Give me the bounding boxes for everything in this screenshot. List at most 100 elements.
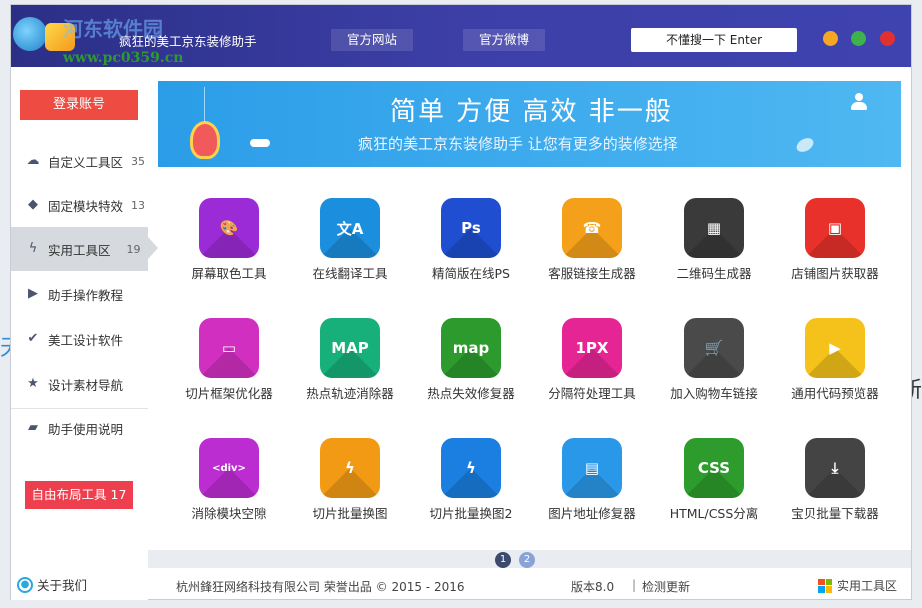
windows-flag-icon xyxy=(818,578,832,593)
balloon-icon xyxy=(190,121,220,159)
tool-item[interactable]: ▦ 二维码生成器 xyxy=(659,198,769,298)
background-fragment-left: 天 xyxy=(0,330,22,362)
tool-item[interactable]: 🛒 加入购物车链接 xyxy=(659,318,769,418)
app-window: 河东软件园 www.pc0359.cn 疯狂的美工京东装修助手 官方网站 官方微… xyxy=(10,4,912,600)
tool-item[interactable]: map 热点失效修复器 xyxy=(416,318,526,418)
image-url-icon[interactable]: ▤ xyxy=(562,438,622,498)
palette-icon[interactable]: 🎨 xyxy=(199,198,259,258)
tool-item[interactable]: ▭ 切片框架优化器 xyxy=(174,318,284,418)
check-update-link[interactable]: 检测更新 xyxy=(642,578,690,595)
tool-icon-glyph: ☎ xyxy=(582,219,602,237)
sidebar-item-label: 实用工具区 xyxy=(48,242,111,258)
sidebar-item-utility-tools[interactable]: ϟ 实用工具区 19 xyxy=(11,227,148,271)
title-bar: 河东软件园 www.pc0359.cn 疯狂的美工京东装修助手 官方网站 官方微… xyxy=(11,5,911,67)
tool-item[interactable]: CSS HTML/CSS分离 xyxy=(659,438,769,538)
cart-icon[interactable]: 🛒 xyxy=(684,318,744,378)
separator-icon[interactable]: 1PX xyxy=(562,318,622,378)
version-text: 版本8.0 xyxy=(571,580,615,594)
tool-item[interactable]: ☎ 客服链接生成器 xyxy=(537,198,647,298)
div-icon[interactable]: <div> xyxy=(199,438,259,498)
tool-icon-glyph: 1PX xyxy=(575,339,609,357)
tool-label: 在线翻译工具 xyxy=(312,266,388,281)
css-html-icon[interactable]: CSS xyxy=(684,438,744,498)
frame-icon[interactable]: ▭ xyxy=(199,318,259,378)
tool-item[interactable]: ϟ 切片批量换图2 xyxy=(416,438,526,538)
sidebar-item-design-software[interactable]: ✔ 美工设计软件 xyxy=(11,317,148,361)
minimize-button[interactable] xyxy=(823,31,838,46)
sidebar: 登录账号 ☁ 自定义工具区 35 ◆ 固定模块特效 13 ϟ 实用工具区 19 … xyxy=(11,67,158,600)
tool-item[interactable]: Ps 精简版在线PS xyxy=(416,198,526,298)
page-2-button[interactable]: 2 xyxy=(519,552,535,568)
tool-icon-glyph: <div> xyxy=(212,462,246,474)
tool-icon-glyph: ⤓ xyxy=(831,459,839,477)
map-pin-icon[interactable]: map xyxy=(441,318,501,378)
qrcode-icon[interactable]: ▦ xyxy=(684,198,744,258)
login-button[interactable]: 登录账号 xyxy=(20,90,138,120)
maximize-button[interactable] xyxy=(851,31,866,46)
tool-label: 精简版在线PS xyxy=(432,266,510,281)
tool-item[interactable]: ⤓ 宝贝批量下载器 xyxy=(780,438,890,538)
translate-icon[interactable]: 文A xyxy=(320,198,380,258)
tool-label: 切片框架优化器 xyxy=(185,386,273,401)
footer: 杭州鋒狂网络科技有限公司 荣誉出品 © 2015 - 2016 版本8.0 | … xyxy=(148,570,911,600)
tool-item[interactable]: ▶ 通用代码预览器 xyxy=(780,318,890,418)
tool-item[interactable]: ▤ 图片地址修复器 xyxy=(537,438,647,538)
tool-item[interactable]: ▣ 店铺图片获取器 xyxy=(780,198,890,298)
tool-item[interactable]: 🎨 屏幕取色工具 xyxy=(174,198,284,298)
tool-label: 热点失效修复器 xyxy=(427,386,515,401)
sidebar-item-material-nav[interactable]: ★ 设计素材导航 xyxy=(11,362,148,406)
sidebar-item-instructions[interactable]: ▰ 助手使用说明 xyxy=(11,406,148,450)
batch-download-icon[interactable]: ⤓ xyxy=(805,438,865,498)
eye-icon: ● xyxy=(17,576,33,593)
user-icon[interactable] xyxy=(850,93,868,111)
tool-item[interactable]: ϟ 切片批量换图 xyxy=(295,438,405,538)
tool-icon-glyph: 🛒 xyxy=(704,339,724,357)
tool-icon-glyph: ▤ xyxy=(584,459,600,477)
sidebar-item-count: 13 xyxy=(131,198,146,212)
tool-label: 通用代码预览器 xyxy=(791,386,879,401)
sidebar-item-label: 固定模块特效 xyxy=(48,198,124,214)
tool-icon-glyph: ▣ xyxy=(827,219,843,237)
cloud-decoration xyxy=(250,139,270,147)
sidebar-item-fixed-modules[interactable]: ◆ 固定模块特效 13 xyxy=(11,183,148,227)
tool-label: 客服链接生成器 xyxy=(548,266,636,281)
tool-label: 消除模块空隙 xyxy=(191,506,267,521)
balloon-string xyxy=(204,87,205,123)
sidebar-item-count: 19 xyxy=(126,242,141,256)
tool-icon-glyph: 文A xyxy=(336,219,364,238)
image-download-icon[interactable]: ▣ xyxy=(805,198,865,258)
free-layout-button[interactable]: 自由布局工具 17 xyxy=(25,481,133,509)
official-site-link[interactable]: 官方网站 xyxy=(331,29,413,51)
sidebar-item-count: 35 xyxy=(131,154,146,168)
slice-icon[interactable]: ϟ xyxy=(320,438,380,498)
tool-label: 二维码生成器 xyxy=(676,266,752,281)
map-icon[interactable]: MAP xyxy=(320,318,380,378)
sidebar-item-custom-tools[interactable]: ☁ 自定义工具区 35 xyxy=(11,139,148,183)
sidebar-item-tutorial[interactable]: ▶ 助手操作教程 xyxy=(11,272,148,316)
code-preview-icon[interactable]: ▶ xyxy=(805,318,865,378)
tool-icon-glyph: ▭ xyxy=(221,339,237,357)
banner-headline: 简单 方便 高效 非一般 xyxy=(390,97,673,127)
slice2-icon[interactable]: ϟ xyxy=(441,438,501,498)
star-icon: ★ xyxy=(27,376,39,391)
page-1-button[interactable]: 1 xyxy=(495,552,511,568)
headset-icon[interactable]: ☎ xyxy=(562,198,622,258)
about-link[interactable]: ● 关于我们 xyxy=(17,575,87,594)
tool-label: HTML/CSS分离 xyxy=(669,506,759,521)
tool-item[interactable]: 1PX 分隔符处理工具 xyxy=(537,318,647,418)
photoshop-icon[interactable]: Ps xyxy=(441,198,501,258)
tool-item[interactable]: MAP 热点轨迹消除器 xyxy=(295,318,405,418)
tool-item[interactable]: <div> 消除模块空隙 xyxy=(174,438,284,538)
tool-icon-glyph: CSS xyxy=(697,459,731,477)
tool-icon-glyph: ▶ xyxy=(829,339,841,357)
tool-label: 切片批量换图2 xyxy=(429,506,513,521)
close-button[interactable] xyxy=(880,31,895,46)
official-weibo-link[interactable]: 官方微博 xyxy=(463,29,545,51)
tool-icon-glyph: MAP xyxy=(331,339,369,357)
cloud-check-icon: ✔ xyxy=(27,331,39,346)
tool-label: 图片地址修复器 xyxy=(548,506,636,521)
search-button[interactable]: 不懂搜一下 Enter xyxy=(631,28,797,52)
tool-item[interactable]: 文A 在线翻译工具 xyxy=(295,198,405,298)
tool-label: 分隔符处理工具 xyxy=(548,386,636,401)
current-section: 实用工具区 xyxy=(818,577,897,594)
